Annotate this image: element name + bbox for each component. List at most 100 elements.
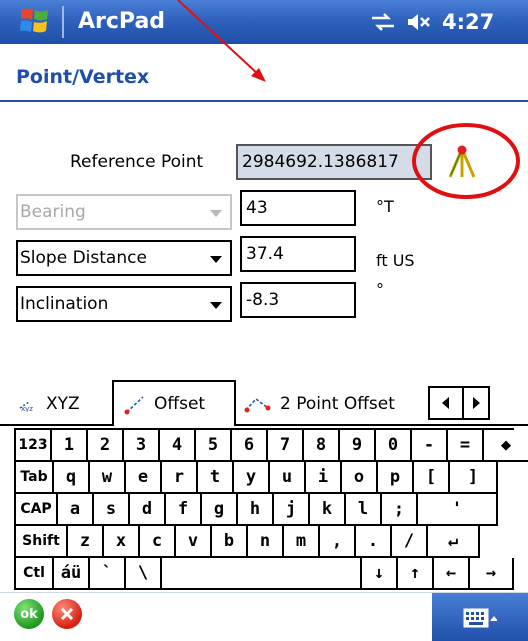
key-sym-2[interactable]: ` bbox=[90, 558, 126, 590]
reference-point-button[interactable] bbox=[440, 140, 484, 182]
key-sym-3[interactable]: \ bbox=[126, 558, 162, 590]
connectivity-icon[interactable] bbox=[370, 12, 396, 32]
tab-offset-label: Offset bbox=[154, 394, 206, 414]
tab-xyz[interactable]: xyz XYZ bbox=[18, 382, 106, 426]
key-h[interactable]: h bbox=[238, 494, 274, 526]
key-w[interactable]: w bbox=[90, 462, 126, 494]
key-sym-5[interactable]: ↓ bbox=[362, 558, 398, 590]
key-n[interactable]: n bbox=[248, 526, 284, 558]
key-sym-8[interactable]: , bbox=[320, 526, 356, 558]
reference-point-label: Reference Point bbox=[70, 152, 204, 172]
key-7[interactable]: 7 bbox=[268, 430, 304, 462]
keyboard-row-4: Shift z x c v b n m,. / ↵ bbox=[14, 526, 514, 558]
ok-button[interactable]: ok bbox=[14, 599, 44, 629]
key-s[interactable]: s bbox=[94, 494, 130, 526]
title-separator bbox=[62, 6, 64, 38]
key-t[interactable]: t bbox=[198, 462, 234, 494]
key-sym-11[interactable]: [ bbox=[414, 462, 450, 494]
key-b[interactable]: b bbox=[212, 526, 248, 558]
distance-type-select[interactable]: Slope Distance bbox=[16, 240, 232, 276]
key-sym-13[interactable]: ◆ bbox=[484, 430, 528, 462]
inclination-input[interactable]: -8.3 bbox=[240, 282, 356, 318]
tab-bar: xyz XYZ Offset 2 Point Offset bbox=[0, 380, 528, 426]
windows-start-icon[interactable] bbox=[18, 4, 52, 38]
key-c[interactable]: c bbox=[140, 526, 176, 558]
key-q[interactable]: q bbox=[54, 462, 90, 494]
bearing-input[interactable]: 43 bbox=[240, 190, 356, 226]
key-p[interactable]: p bbox=[378, 462, 414, 494]
key-0[interactable]: 0 bbox=[376, 430, 412, 462]
cancel-button[interactable] bbox=[52, 599, 82, 629]
arrow-right-icon bbox=[473, 397, 480, 409]
key-l[interactable]: l bbox=[346, 494, 382, 526]
key-4[interactable]: 4 bbox=[160, 430, 196, 462]
key-f[interactable]: f bbox=[166, 494, 202, 526]
key-u[interactable]: u bbox=[270, 462, 306, 494]
key-shift[interactable]: Shift bbox=[14, 526, 68, 558]
keyboard-row-3: CAP a s d f g h j k l; ' bbox=[14, 494, 514, 526]
inclination-select[interactable]: Inclination bbox=[16, 286, 232, 322]
key-sym-12[interactable]: = bbox=[448, 430, 484, 462]
key-sym-9[interactable]: . bbox=[356, 526, 392, 558]
key-123[interactable]: 123 bbox=[14, 430, 52, 462]
key-sym-10[interactable]: / bbox=[392, 526, 428, 558]
clock-time[interactable]: 4:27 bbox=[442, 10, 494, 34]
key-sym-8[interactable]: → bbox=[470, 558, 514, 590]
title-bar: ArcPad 4:27 bbox=[0, 0, 528, 44]
distance-input[interactable]: 37.4 bbox=[240, 236, 356, 272]
key-sym-11[interactable]: ↵ bbox=[428, 526, 480, 558]
key-r[interactable]: r bbox=[162, 462, 198, 494]
key-5[interactable]: 5 bbox=[196, 430, 232, 462]
tab-scroll-right-button[interactable] bbox=[462, 386, 490, 420]
tab-offset[interactable]: Offset bbox=[112, 380, 236, 426]
chevron-down-icon bbox=[210, 302, 222, 309]
chevron-down-icon bbox=[210, 256, 222, 263]
key-i[interactable]: i bbox=[306, 462, 342, 494]
key-o[interactable]: o bbox=[342, 462, 378, 494]
inclination-unit: ° bbox=[376, 280, 384, 299]
key-e[interactable]: e bbox=[126, 462, 162, 494]
bearing-select: Bearing bbox=[16, 194, 232, 230]
key-sym-1[interactable]: áü bbox=[54, 558, 90, 590]
key-sym-6[interactable]: ↑ bbox=[398, 558, 434, 590]
status-area: 4:27 bbox=[370, 8, 494, 36]
key-x[interactable]: x bbox=[104, 526, 140, 558]
key-9[interactable]: 9 bbox=[340, 430, 376, 462]
key-sym-11[interactable]: ' bbox=[418, 494, 498, 526]
key-3[interactable]: 3 bbox=[124, 430, 160, 462]
speaker-muted-icon[interactable] bbox=[406, 12, 432, 32]
tab-2-point-offset[interactable]: 2 Point Offset bbox=[240, 382, 430, 426]
key-a[interactable]: a bbox=[58, 494, 94, 526]
close-icon bbox=[60, 607, 74, 621]
inclination-select-label: Inclination bbox=[20, 294, 109, 314]
svg-text:xyz: xyz bbox=[21, 405, 33, 412]
key-space[interactable] bbox=[162, 558, 362, 590]
key-g[interactable]: g bbox=[202, 494, 238, 526]
key-tab[interactable]: Tab bbox=[14, 462, 54, 494]
page-title: Point/Vertex bbox=[16, 66, 150, 88]
key-sym-12[interactable]: ] bbox=[450, 462, 498, 494]
key-sym-11[interactable]: - bbox=[412, 430, 448, 462]
key-sym-10[interactable]: ; bbox=[382, 494, 418, 526]
key-j[interactable]: j bbox=[274, 494, 310, 526]
tab-scroll-left-button[interactable] bbox=[428, 386, 464, 420]
key-v[interactable]: v bbox=[176, 526, 212, 558]
key-d[interactable]: d bbox=[130, 494, 166, 526]
keyboard-row-1: 123 1 2 3 4 5 6 7 8 9 0- = ◆ bbox=[14, 430, 528, 462]
key-y[interactable]: y bbox=[234, 462, 270, 494]
tab-2-point-offset-label: 2 Point Offset bbox=[280, 394, 395, 414]
app-title: ArcPad bbox=[78, 9, 166, 34]
key-z[interactable]: z bbox=[68, 526, 104, 558]
input-panel-button[interactable] bbox=[432, 593, 528, 641]
key-sym-7[interactable]: ← bbox=[434, 558, 470, 590]
key-6[interactable]: 6 bbox=[232, 430, 268, 462]
key-1[interactable]: 1 bbox=[52, 430, 88, 462]
key-k[interactable]: k bbox=[310, 494, 346, 526]
soft-keyboard: 123 1 2 3 4 5 6 7 8 9 0- = ◆ Tab q w e r t y u i o p[] CAP a s d f… bbox=[14, 428, 528, 590]
key-2[interactable]: 2 bbox=[88, 430, 124, 462]
key-ctl[interactable]: Ctl bbox=[14, 558, 54, 590]
key-8[interactable]: 8 bbox=[304, 430, 340, 462]
key-m[interactable]: m bbox=[284, 526, 320, 558]
key-cap[interactable]: CAP bbox=[14, 494, 58, 526]
keyboard-icon bbox=[463, 608, 497, 627]
